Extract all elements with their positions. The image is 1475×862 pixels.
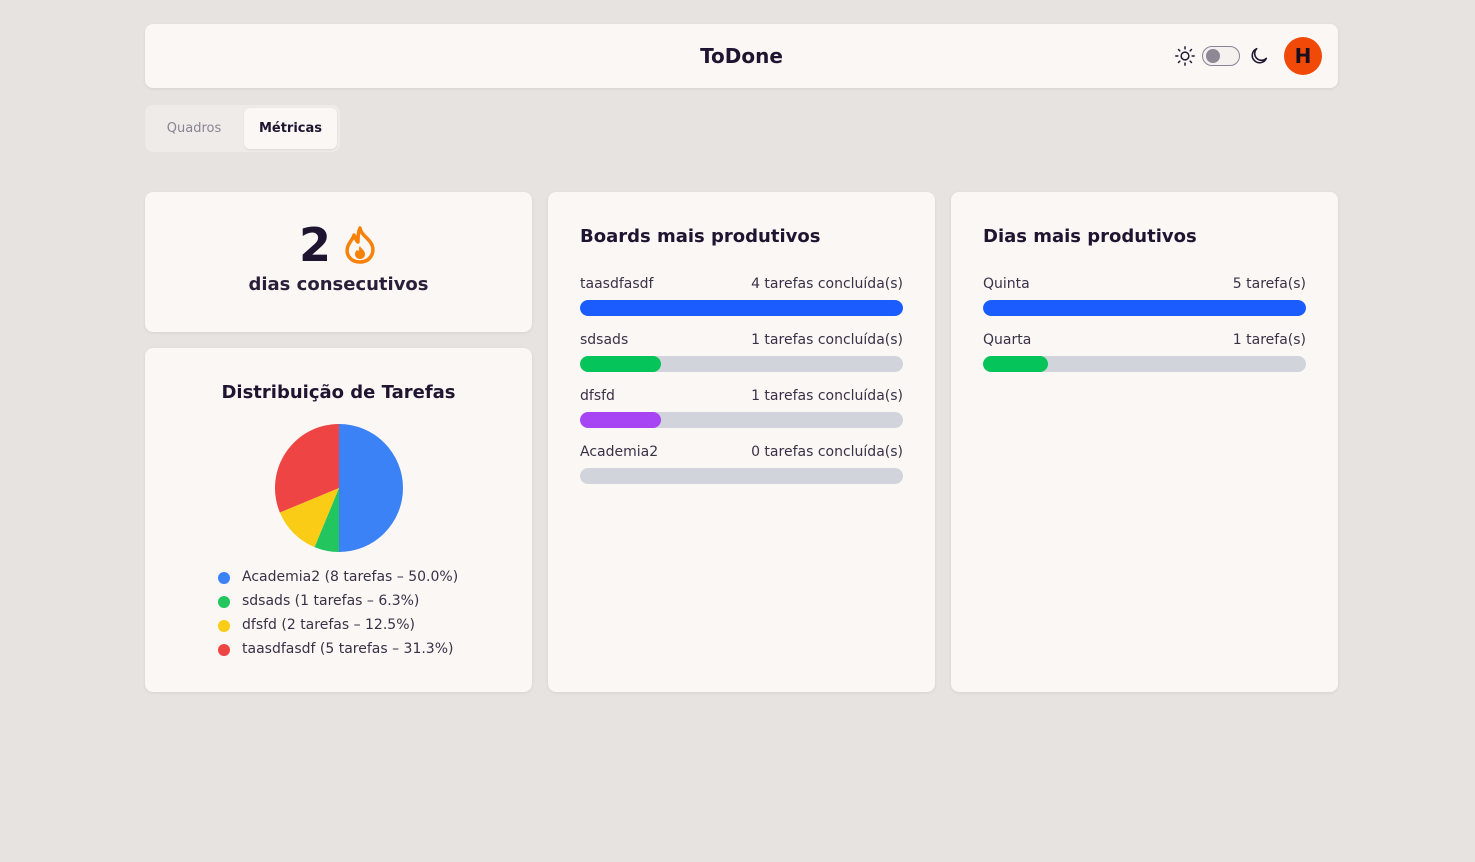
day-progress-fill (983, 356, 1048, 372)
legend-item: dfsfd (2 tarefas – 12.5%) (242, 617, 415, 633)
boards-title: Boards mais produtivos (580, 226, 821, 247)
day-row-label: Quarta (983, 332, 1032, 348)
board-progress-bar (580, 412, 903, 428)
board-progress-bar (580, 468, 903, 484)
pie-chart (275, 424, 403, 552)
sun-icon (1175, 46, 1195, 66)
fire-icon (345, 226, 375, 264)
legend-dot (218, 596, 230, 608)
app-header: ToDone H (145, 24, 1338, 88)
legend-dot (218, 644, 230, 656)
board-row-value: 1 tarefas concluída(s) (751, 388, 903, 404)
theme-toggle[interactable] (1202, 46, 1240, 66)
day-row-value: 5 tarefa(s) (1232, 276, 1306, 292)
day-progress-bar (983, 356, 1306, 372)
view-tabs: Quadros Métricas (145, 105, 340, 152)
theme-toggle-knob (1206, 49, 1220, 63)
moon-icon (1251, 47, 1268, 64)
board-row-label: dfsfd (580, 388, 615, 404)
pie-slice-academia2[interactable] (339, 424, 403, 552)
app-title: ToDone (700, 44, 783, 68)
board-row-label: Academia2 (580, 444, 659, 460)
streak-card: 2 dias consecutivos (145, 192, 532, 332)
legend-item: sdsads (1 tarefas – 6.3%) (242, 593, 420, 609)
day-progress-fill (983, 300, 1306, 316)
board-row-value: 0 tarefas concluída(s) (751, 444, 903, 460)
avatar[interactable]: H (1284, 37, 1322, 75)
tab-metricas[interactable]: Métricas (244, 108, 337, 149)
board-progress-bar (580, 356, 903, 372)
tab-quadros[interactable]: Quadros (148, 108, 240, 149)
legend-dot (218, 572, 230, 584)
distribution-card: Distribuição de Tarefas Academia2 (8 tar… (145, 348, 532, 692)
day-row-value: 1 tarefa(s) (1232, 332, 1306, 348)
days-title: Dias mais produtivos (983, 226, 1197, 247)
board-progress-fill (580, 300, 903, 316)
day-progress-bar (983, 300, 1306, 316)
board-row-value: 1 tarefas concluída(s) (751, 332, 903, 348)
legend-item: Academia2 (8 tarefas – 50.0%) (242, 569, 459, 585)
board-row-label: sdsads (580, 332, 629, 348)
header-controls: H (1174, 36, 1322, 76)
board-row-value: 4 tarefas concluída(s) (751, 276, 903, 292)
days-card: Dias mais produtivos Quinta 5 tarefa(s) Qu… (951, 192, 1338, 692)
day-row-label: Quinta (983, 276, 1030, 292)
boards-card: Boards mais produtivos taasdfasdf 4 taref… (548, 192, 935, 692)
legend-item: taasdfasdf (5 tarefas – 31.3%) (242, 641, 454, 657)
distribution-title: Distribuição de Tarefas (221, 382, 456, 403)
board-progress-fill (580, 356, 661, 372)
board-progress-fill (580, 412, 661, 428)
streak-count-wrap: 2 (145, 218, 532, 272)
streak-label: dias consecutivos (248, 274, 429, 295)
board-row-label: taasdfasdf (580, 276, 654, 292)
legend-dot (218, 620, 230, 632)
streak-count: 2 (298, 218, 331, 272)
board-progress-bar (580, 300, 903, 316)
